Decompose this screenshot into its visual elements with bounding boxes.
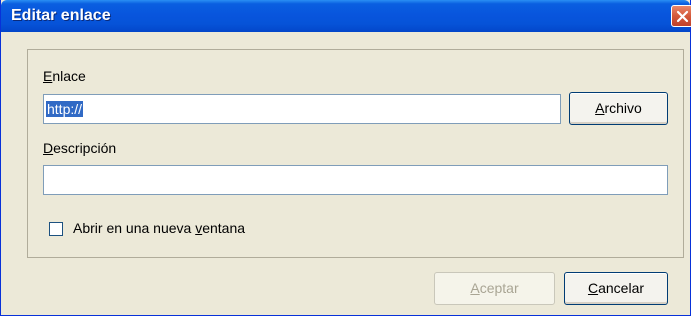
close-button[interactable] (671, 5, 691, 27)
dialog-title: Editar enlace (11, 7, 111, 24)
new-window-label[interactable]: Abrir en una nueva ventana (73, 220, 245, 236)
edit-link-dialog: Editar enlace Enlace http:// Archivo Des… (0, 0, 691, 316)
cancel-button[interactable]: Cancelar (564, 272, 668, 305)
title-bar: Editar enlace (1, 0, 691, 32)
link-label: Enlace (43, 68, 86, 84)
link-url-input[interactable]: http:// (43, 94, 561, 124)
browse-file-button[interactable]: Archivo (569, 92, 668, 125)
description-input[interactable] (43, 165, 668, 195)
new-window-checkbox[interactable] (49, 222, 63, 236)
link-url-value: http:// (46, 101, 84, 117)
close-icon (676, 10, 689, 23)
description-label: Descripción (43, 140, 117, 156)
ok-button[interactable]: Aceptar (434, 272, 555, 305)
